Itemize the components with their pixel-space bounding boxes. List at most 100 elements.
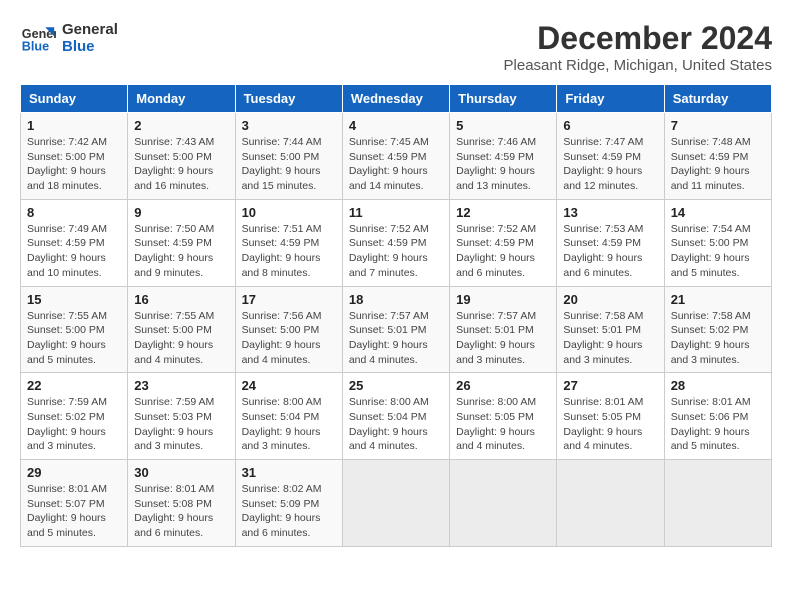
calendar-cell: 8 Sunrise: 7:49 AMSunset: 4:59 PMDaylight…: [21, 199, 128, 286]
calendar-cell: 22Sunrise: 7:59 AMSunset: 5:02 PMDayligh…: [21, 373, 128, 460]
calendar-cell: 29Sunrise: 8:01 AMSunset: 5:07 PMDayligh…: [21, 460, 128, 547]
calendar-cell: 18 Sunrise: 7:57 AMSunset: 5:01 PMDayligh…: [342, 286, 449, 373]
day-number: 4: [349, 118, 443, 133]
day-info: Sunrise: 8:01 AMSunset: 5:05 PMDaylight:…: [563, 395, 657, 454]
day-number: 5: [456, 118, 550, 133]
day-number: 6: [563, 118, 657, 133]
title-area: December 2024 Pleasant Ridge, Michigan, …: [504, 20, 772, 74]
calendar-cell: 6 Sunrise: 7:47 AMSunset: 4:59 PMDaylight…: [557, 113, 664, 200]
day-number: 12: [456, 205, 550, 220]
day-number: 2: [134, 118, 228, 133]
calendar-cell: 25 Sunrise: 8:00 AMSunset: 5:04 PMDayligh…: [342, 373, 449, 460]
calendar-cell: 16 Sunrise: 7:55 AMSunset: 5:00 PMDayligh…: [128, 286, 235, 373]
day-number: 13: [563, 205, 657, 220]
day-number: 11: [349, 205, 443, 220]
calendar-cell: [450, 460, 557, 547]
calendar-cell: 31Sunrise: 8:02 AMSunset: 5:09 PMDayligh…: [235, 460, 342, 547]
week-row-1: 1 Sunrise: 7:42 AMSunset: 5:00 PMDaylight…: [21, 113, 772, 200]
calendar-cell: 17 Sunrise: 7:56 AMSunset: 5:00 PMDayligh…: [235, 286, 342, 373]
header-sunday: Sunday: [21, 85, 128, 113]
day-info: Sunrise: 8:00 AMSunset: 5:04 PMDaylight:…: [242, 395, 336, 454]
day-info: Sunrise: 7:42 AMSunset: 5:00 PMDaylight:…: [27, 135, 121, 194]
day-info: Sunrise: 7:57 AMSunset: 5:01 PMDaylight:…: [349, 309, 443, 368]
page-header: General Blue General Blue December 2024 …: [20, 20, 772, 74]
day-info: Sunrise: 8:00 AMSunset: 5:04 PMDaylight:…: [349, 395, 443, 454]
calendar-cell: 9 Sunrise: 7:50 AMSunset: 4:59 PMDaylight…: [128, 199, 235, 286]
day-number: 19: [456, 292, 550, 307]
day-info: Sunrise: 7:55 AMSunset: 5:00 PMDaylight:…: [134, 309, 228, 368]
calendar-title: December 2024: [504, 20, 772, 57]
day-number: 17: [242, 292, 336, 307]
day-info: Sunrise: 7:46 AMSunset: 4:59 PMDaylight:…: [456, 135, 550, 194]
calendar-cell: 3Sunrise: 7:44 AMSunset: 5:00 PMDaylight…: [235, 113, 342, 200]
header-tuesday: Tuesday: [235, 85, 342, 113]
logo-icon: General Blue: [20, 20, 56, 56]
week-row-2: 8 Sunrise: 7:49 AMSunset: 4:59 PMDaylight…: [21, 199, 772, 286]
day-number: 28: [671, 378, 765, 393]
day-number: 23: [134, 378, 228, 393]
day-info: Sunrise: 7:49 AMSunset: 4:59 PMDaylight:…: [27, 222, 121, 281]
logo: General Blue General Blue: [20, 20, 118, 56]
svg-text:Blue: Blue: [22, 40, 49, 54]
calendar-cell: 24 Sunrise: 8:00 AMSunset: 5:04 PMDayligh…: [235, 373, 342, 460]
day-info: Sunrise: 7:58 AMSunset: 5:01 PMDaylight:…: [563, 309, 657, 368]
day-info: Sunrise: 7:59 AMSunset: 5:03 PMDaylight:…: [134, 395, 228, 454]
day-number: 20: [563, 292, 657, 307]
calendar-cell: 11 Sunrise: 7:52 AMSunset: 4:59 PMDayligh…: [342, 199, 449, 286]
calendar-cell: 20 Sunrise: 7:58 AMSunset: 5:01 PMDayligh…: [557, 286, 664, 373]
day-info: Sunrise: 7:43 AMSunset: 5:00 PMDaylight:…: [134, 135, 228, 194]
calendar-cell: 26Sunrise: 8:00 AMSunset: 5:05 PMDayligh…: [450, 373, 557, 460]
header-thursday: Thursday: [450, 85, 557, 113]
week-row-5: 29Sunrise: 8:01 AMSunset: 5:07 PMDayligh…: [21, 460, 772, 547]
day-number: 25: [349, 378, 443, 393]
day-info: Sunrise: 7:57 AMSunset: 5:01 PMDaylight:…: [456, 309, 550, 368]
week-row-4: 22Sunrise: 7:59 AMSunset: 5:02 PMDayligh…: [21, 373, 772, 460]
day-info: Sunrise: 8:01 AMSunset: 5:08 PMDaylight:…: [134, 482, 228, 541]
day-info: Sunrise: 7:45 AMSunset: 4:59 PMDaylight:…: [349, 135, 443, 194]
day-info: Sunrise: 7:53 AMSunset: 4:59 PMDaylight:…: [563, 222, 657, 281]
day-number: 1: [27, 118, 121, 133]
day-info: Sunrise: 7:55 AMSunset: 5:00 PMDaylight:…: [27, 309, 121, 368]
day-number: 16: [134, 292, 228, 307]
day-number: 22: [27, 378, 121, 393]
day-number: 24: [242, 378, 336, 393]
calendar-cell: [342, 460, 449, 547]
day-number: 27: [563, 378, 657, 393]
calendar-subtitle: Pleasant Ridge, Michigan, United States: [504, 57, 772, 74]
week-row-3: 15 Sunrise: 7:55 AMSunset: 5:00 PMDayligh…: [21, 286, 772, 373]
calendar-cell: 28Sunrise: 8:01 AMSunset: 5:06 PMDayligh…: [664, 373, 771, 460]
calendar-header-row: SundayMondayTuesdayWednesdayThursdayFrid…: [21, 85, 772, 113]
header-monday: Monday: [128, 85, 235, 113]
day-number: 31: [242, 465, 336, 480]
day-info: Sunrise: 7:50 AMSunset: 4:59 PMDaylight:…: [134, 222, 228, 281]
day-info: Sunrise: 8:01 AMSunset: 5:07 PMDaylight:…: [27, 482, 121, 541]
calendar-cell: [557, 460, 664, 547]
calendar-cell: 27 Sunrise: 8:01 AMSunset: 5:05 PMDayligh…: [557, 373, 664, 460]
day-info: Sunrise: 7:52 AMSunset: 4:59 PMDaylight:…: [349, 222, 443, 281]
calendar-cell: 19 Sunrise: 7:57 AMSunset: 5:01 PMDayligh…: [450, 286, 557, 373]
calendar-cell: 21 Sunrise: 7:58 AMSunset: 5:02 PMDayligh…: [664, 286, 771, 373]
day-number: 9: [134, 205, 228, 220]
header-saturday: Saturday: [664, 85, 771, 113]
calendar-cell: 2 Sunrise: 7:43 AMSunset: 5:00 PMDaylight…: [128, 113, 235, 200]
header-wednesday: Wednesday: [342, 85, 449, 113]
day-number: 10: [242, 205, 336, 220]
calendar-cell: 7Sunrise: 7:48 AMSunset: 4:59 PMDaylight…: [664, 113, 771, 200]
day-number: 8: [27, 205, 121, 220]
day-number: 30: [134, 465, 228, 480]
day-info: Sunrise: 7:47 AMSunset: 4:59 PMDaylight:…: [563, 135, 657, 194]
day-number: 14: [671, 205, 765, 220]
calendar-cell: 1 Sunrise: 7:42 AMSunset: 5:00 PMDaylight…: [21, 113, 128, 200]
day-number: 21: [671, 292, 765, 307]
calendar-cell: 5 Sunrise: 7:46 AMSunset: 4:59 PMDaylight…: [450, 113, 557, 200]
calendar-cell: 14 Sunrise: 7:54 AMSunset: 5:00 PMDayligh…: [664, 199, 771, 286]
day-info: Sunrise: 7:58 AMSunset: 5:02 PMDaylight:…: [671, 309, 765, 368]
day-number: 15: [27, 292, 121, 307]
day-number: 7: [671, 118, 765, 133]
day-info: Sunrise: 7:56 AMSunset: 5:00 PMDaylight:…: [242, 309, 336, 368]
logo-line1: General: [62, 21, 118, 38]
day-number: 18: [349, 292, 443, 307]
day-info: Sunrise: 7:44 AMSunset: 5:00 PMDaylight:…: [242, 135, 336, 194]
day-info: Sunrise: 7:54 AMSunset: 5:00 PMDaylight:…: [671, 222, 765, 281]
calendar-cell: 30 Sunrise: 8:01 AMSunset: 5:08 PMDayligh…: [128, 460, 235, 547]
